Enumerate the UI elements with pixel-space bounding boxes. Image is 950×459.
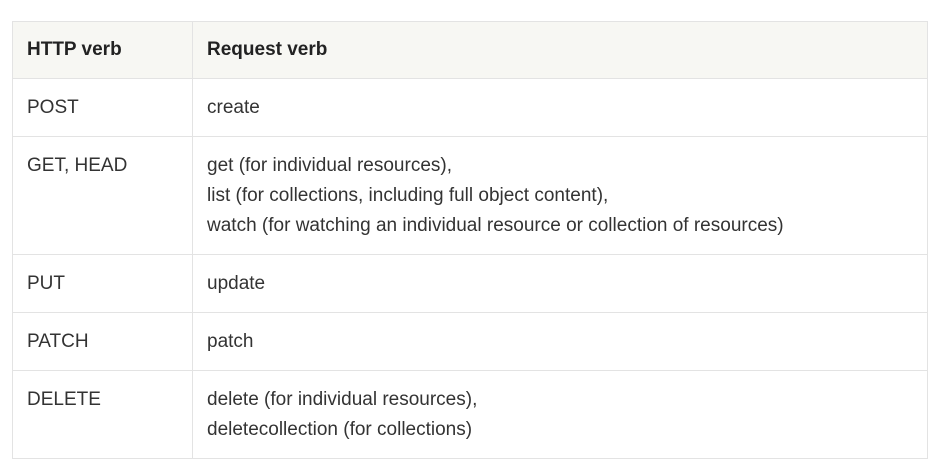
request-verb-cell: create xyxy=(192,78,928,137)
request-verb-cell: delete (for individual resources), delet… xyxy=(192,370,928,459)
table-row: PUT update xyxy=(12,254,928,313)
header-http-verb: HTTP verb xyxy=(12,21,193,79)
table-row: DELETE delete (for individual resources)… xyxy=(12,370,928,459)
request-verb-cell: update xyxy=(192,254,928,313)
request-verb-line: patch xyxy=(207,331,254,352)
request-verb-cell: get (for individual resources), list (fo… xyxy=(192,136,928,255)
http-verb-cell: PUT xyxy=(12,254,193,313)
request-verb-line: deletecollection (for collections) xyxy=(207,419,473,440)
http-verb-cell: GET, HEAD xyxy=(12,136,193,255)
request-verb-line: list (for collections, including full ob… xyxy=(207,185,609,206)
header-request-verb: Request verb xyxy=(192,21,928,79)
table-row: POST create xyxy=(12,78,928,137)
http-verb-cell: PATCH xyxy=(12,312,193,371)
request-verb-line: get (for individual resources), xyxy=(207,155,452,176)
request-verb-line: create xyxy=(207,97,260,118)
table-body: POST create GET, HEAD get (for individua… xyxy=(12,78,928,459)
request-verb-line: update xyxy=(207,273,266,294)
verb-mapping-table-container: HTTP verb Request verb POST create GET, … xyxy=(12,21,928,459)
header-row: HTTP verb Request verb xyxy=(12,21,928,79)
table-header: HTTP verb Request verb xyxy=(12,21,928,79)
verb-mapping-table: HTTP verb Request verb POST create GET, … xyxy=(12,21,928,459)
request-verb-line: watch (for watching an individual resour… xyxy=(207,215,784,236)
http-verb-cell: POST xyxy=(12,78,193,137)
request-verb-line: delete (for individual resources), xyxy=(207,389,478,410)
request-verb-cell: patch xyxy=(192,312,928,371)
http-verb-cell: DELETE xyxy=(12,370,193,459)
table-row: PATCH patch xyxy=(12,312,928,371)
table-row: GET, HEAD get (for individual resources)… xyxy=(12,136,928,255)
